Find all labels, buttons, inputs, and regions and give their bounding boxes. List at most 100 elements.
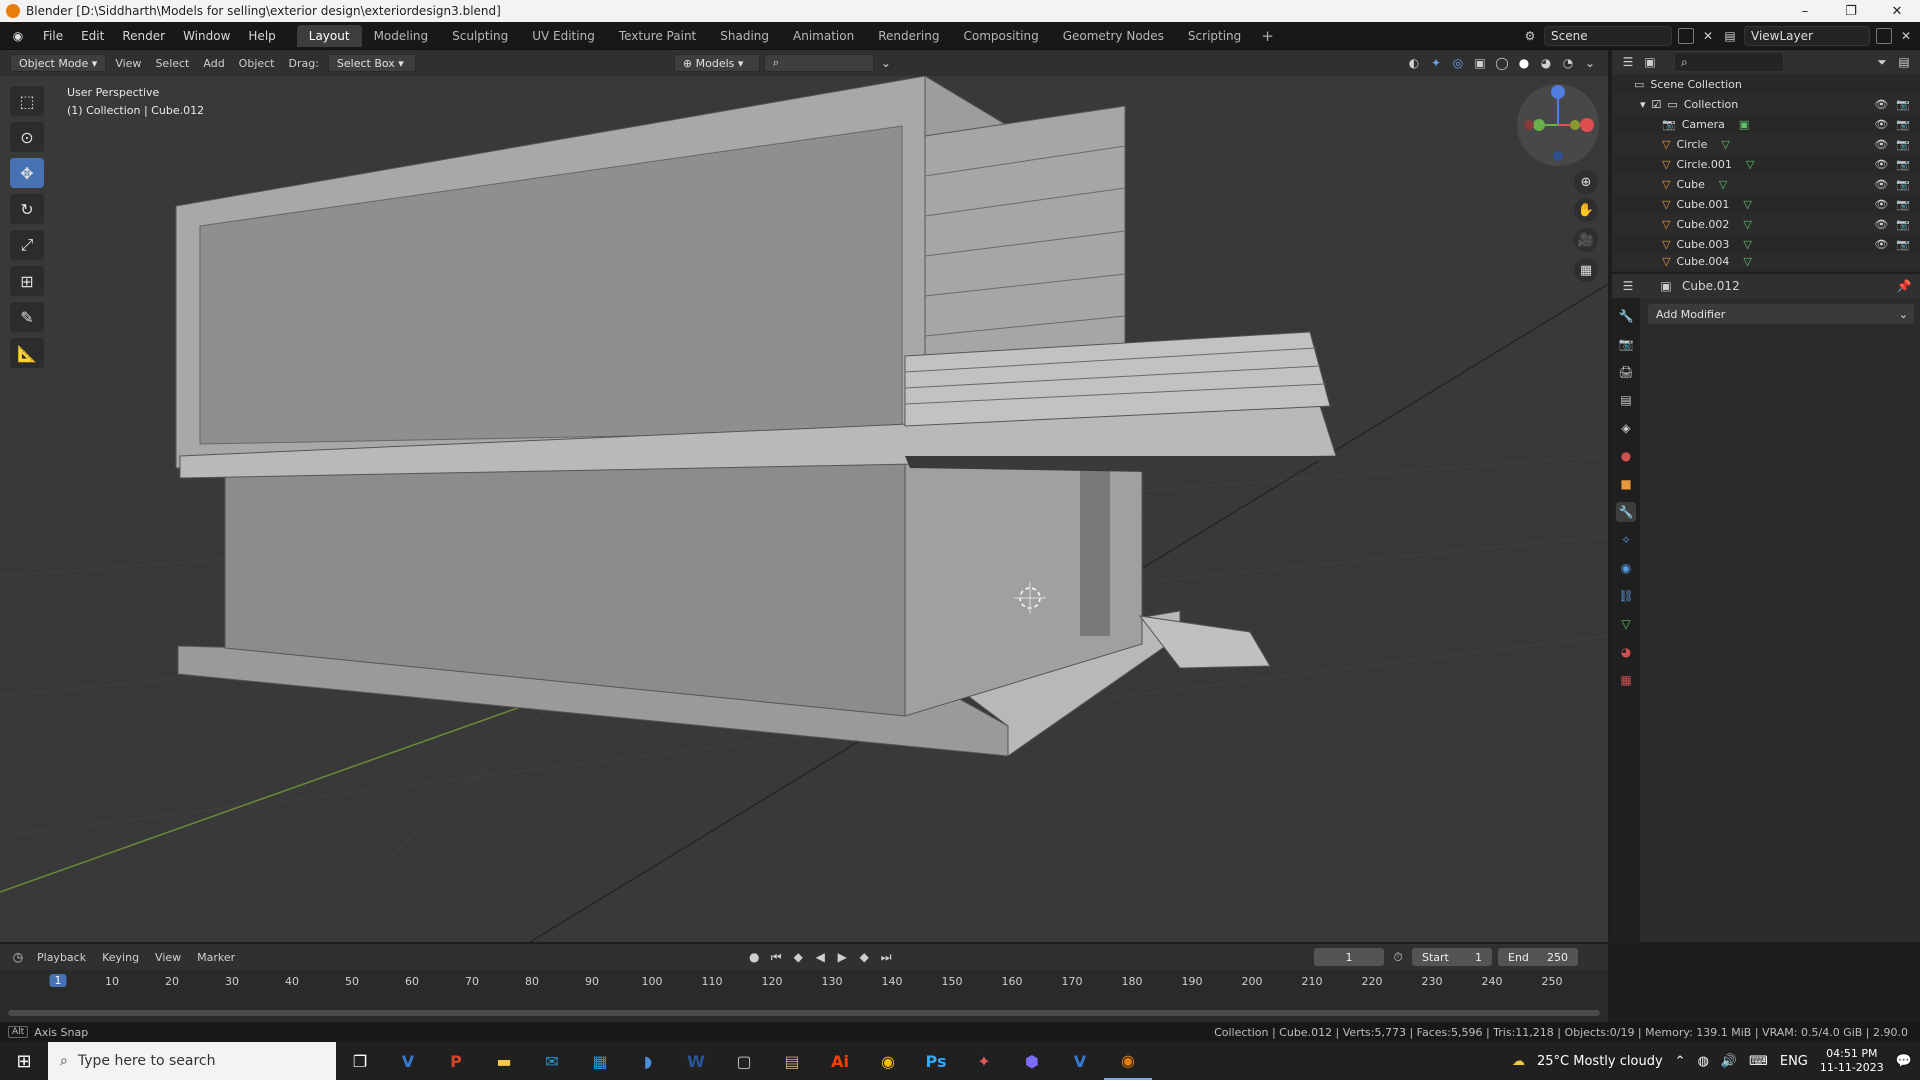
material-shading-icon[interactable]: ◕: [1538, 55, 1554, 71]
tab-layout[interactable]: Layout: [296, 24, 362, 47]
transform-tool-icon[interactable]: ⊞: [10, 266, 44, 296]
annotate-tool-icon[interactable]: ✎: [10, 302, 44, 332]
file-explorer-icon[interactable]: ▬: [480, 1042, 528, 1080]
jump-start-icon[interactable]: ⏮: [768, 949, 784, 965]
next-keyframe-icon[interactable]: ◆: [856, 949, 872, 965]
outliner-item-camera[interactable]: 📷 Camera ▣ 👁 📷: [1612, 114, 1920, 134]
solid-shading-icon[interactable]: ●: [1516, 55, 1532, 71]
eye-icon[interactable]: 👁: [1874, 138, 1888, 151]
tab-modeling[interactable]: Modeling: [362, 25, 441, 47]
tray-chevron-icon[interactable]: ⌃: [1675, 1054, 1686, 1069]
edge-icon[interactable]: ◗: [624, 1042, 672, 1080]
expand-arrow-icon[interactable]: ▾: [1640, 98, 1646, 111]
camera-render-icon[interactable]: 📷: [1896, 118, 1910, 131]
store-icon[interactable]: ▦: [576, 1042, 624, 1080]
output-tab-icon[interactable]: 🖨: [1616, 362, 1636, 382]
minimize-button[interactable]: –: [1782, 0, 1828, 22]
app-folder-icon[interactable]: ▤: [768, 1042, 816, 1080]
render-tab-icon[interactable]: 📷: [1616, 334, 1636, 354]
tab-compositing[interactable]: Compositing: [951, 25, 1050, 47]
world-tab-icon[interactable]: ●: [1616, 446, 1636, 466]
powerpoint-icon[interactable]: P: [432, 1042, 480, 1080]
camera-render-icon[interactable]: 📷: [1896, 158, 1910, 171]
drag-select-dropdown[interactable]: Select Box ▾: [327, 54, 416, 72]
editor-type-icon[interactable]: ☰: [1620, 278, 1636, 294]
app-v-icon[interactable]: V: [1056, 1042, 1104, 1080]
playback-menu[interactable]: Playback: [32, 951, 91, 964]
delete-scene-icon[interactable]: ✕: [1700, 28, 1716, 44]
photoshop-icon[interactable]: Ps: [912, 1042, 960, 1080]
eye-icon[interactable]: 👁: [1874, 178, 1888, 191]
end-frame-field[interactable]: End 250: [1498, 948, 1578, 966]
add-menu[interactable]: Add: [198, 57, 229, 70]
camera-render-icon[interactable]: 📷: [1896, 138, 1910, 151]
maximize-button[interactable]: ❐: [1828, 0, 1874, 22]
word-icon[interactable]: W: [672, 1042, 720, 1080]
eye-icon[interactable]: 👁: [1874, 198, 1888, 211]
camera-render-icon[interactable]: 📷: [1896, 238, 1910, 251]
outliner-item-cube-002[interactable]: ▽ Cube.002 ▽ 👁 📷: [1612, 214, 1920, 234]
gizmo-toggle-icon[interactable]: ✦: [1428, 55, 1444, 71]
tab-geometry-nodes[interactable]: Geometry Nodes: [1051, 25, 1176, 47]
weather-text[interactable]: 25°C Mostly cloudy: [1537, 1054, 1663, 1069]
menu-edit[interactable]: Edit: [72, 29, 113, 43]
start-frame-field[interactable]: Start 1: [1412, 948, 1492, 966]
taskbar-search[interactable]: ⌕ Type here to search: [48, 1042, 336, 1080]
stopwatch-icon[interactable]: ⏱: [1390, 949, 1406, 965]
new-view-layer-icon[interactable]: [1876, 27, 1892, 44]
camera-render-icon[interactable]: 📷: [1896, 198, 1910, 211]
pan-hand-icon[interactable]: ✋: [1574, 198, 1598, 222]
cursor-tool-icon[interactable]: ⊙: [10, 122, 44, 152]
material-tab-icon[interactable]: ◕: [1616, 642, 1636, 662]
modifier-tab-icon[interactable]: 🔧: [1616, 502, 1636, 522]
app-tool-icon[interactable]: ✦: [960, 1042, 1008, 1080]
blender-taskbar-icon[interactable]: ◉: [1104, 1042, 1152, 1080]
rotate-tool-icon[interactable]: ↻: [10, 194, 44, 224]
navigation-gizmo[interactable]: [1517, 84, 1599, 166]
zoom-icon[interactable]: ⊕: [1574, 170, 1598, 194]
view-menu[interactable]: View: [110, 57, 146, 70]
measure-tool-icon[interactable]: 📐: [10, 338, 44, 368]
menu-file[interactable]: File: [34, 29, 72, 43]
scene-field[interactable]: Scene: [1544, 25, 1672, 46]
mail-icon[interactable]: ✉: [528, 1042, 576, 1080]
snap-dropdown-icon[interactable]: ⌄: [878, 55, 894, 71]
outliner-scene-collection[interactable]: ▭ Scene Collection: [1612, 74, 1920, 94]
rendered-shading-icon[interactable]: ◔: [1560, 55, 1576, 71]
outliner-item-cube-004[interactable]: ▽ Cube.004 ▽: [1612, 254, 1920, 268]
tab-rendering[interactable]: Rendering: [866, 25, 951, 47]
app-hex-icon[interactable]: ⬢: [1008, 1042, 1056, 1080]
timeline-scrollbar[interactable]: [8, 1010, 1600, 1016]
language-indicator[interactable]: ENG: [1780, 1054, 1808, 1069]
3d-viewport[interactable]: User Perspective (1) Collection | Cube.0…: [0, 76, 1608, 942]
volume-icon[interactable]: 🔊: [1721, 1054, 1737, 1069]
particles-tab-icon[interactable]: ✧: [1616, 530, 1636, 550]
texture-tab-icon[interactable]: ▦: [1616, 670, 1636, 690]
physics-tab-icon[interactable]: ◉: [1616, 558, 1636, 578]
scale-tool-icon[interactable]: ⤢: [10, 230, 44, 260]
tab-shading[interactable]: Shading: [708, 25, 781, 47]
add-modifier-dropdown[interactable]: Add Modifier ⌄: [1648, 304, 1914, 324]
select-box-tool-icon[interactable]: ⬚: [10, 86, 44, 116]
menu-help[interactable]: Help: [239, 29, 284, 43]
camera-render-icon[interactable]: 📷: [1896, 218, 1910, 231]
eye-icon[interactable]: 👁: [1874, 158, 1888, 171]
record-icon[interactable]: ●: [746, 949, 762, 965]
outliner-item-circle[interactable]: ▽ Circle ▽ 👁 📷: [1612, 134, 1920, 154]
jump-end-icon[interactable]: ⏭: [878, 949, 894, 965]
blender-menu-icon[interactable]: ◉: [8, 26, 28, 46]
outliner-item-circle-001[interactable]: ▽ Circle.001 ▽ 👁 📷: [1612, 154, 1920, 174]
new-scene-icon[interactable]: [1678, 27, 1694, 44]
menu-render[interactable]: Render: [113, 29, 174, 43]
outliner-item-cube[interactable]: ▽ Cube ▽ 👁 📷: [1612, 174, 1920, 194]
task-view-icon[interactable]: ❐: [336, 1042, 384, 1080]
notification-icon[interactable]: 💬: [1896, 1054, 1912, 1069]
close-button[interactable]: ✕: [1874, 0, 1920, 22]
overlay-toggle-icon[interactable]: ◎: [1450, 55, 1466, 71]
current-frame-indicator[interactable]: 1: [49, 974, 67, 987]
visibility-icon[interactable]: ◐: [1406, 55, 1422, 71]
mode-dropdown[interactable]: Object Mode ▾: [10, 54, 107, 72]
eye-icon[interactable]: 👁: [1874, 238, 1888, 251]
checkbox-icon[interactable]: ☑: [1652, 98, 1662, 111]
select-menu[interactable]: Select: [150, 57, 194, 70]
